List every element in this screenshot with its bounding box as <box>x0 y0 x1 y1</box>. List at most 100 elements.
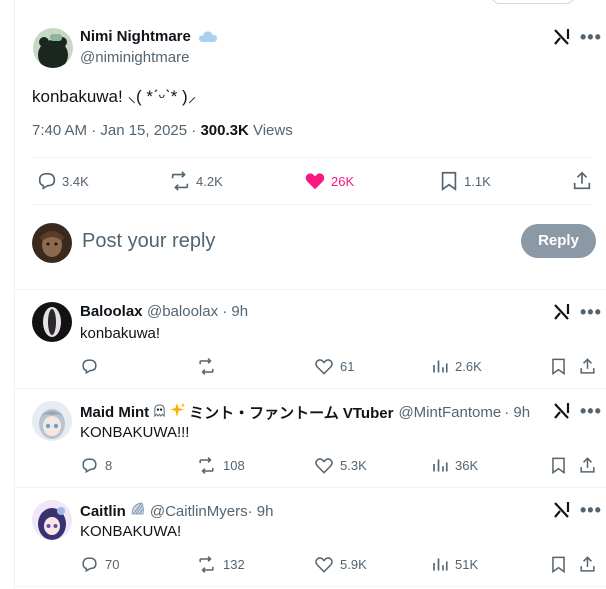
more-icon[interactable]: ••• <box>580 401 602 422</box>
reply-icon <box>82 458 97 474</box>
reply-action[interactable]: 3.4K <box>36 170 89 192</box>
reply-avatar[interactable] <box>32 500 72 540</box>
more-icon[interactable]: ••• <box>580 302 602 323</box>
reply-icon <box>82 557 97 573</box>
more-icon[interactable]: ••• <box>580 27 602 48</box>
reply-time[interactable]: · 9h <box>248 503 274 520</box>
bookmark-icon <box>552 358 565 376</box>
tweet-timestamp[interactable]: 7:40 AM · Jan 15, 2025 · <box>32 122 200 139</box>
retweet-icon <box>199 457 214 474</box>
views-count: 36K <box>455 458 479 473</box>
tweet-text: konbakuwa! ⸜( *ˊᵕˋ* )⸝ <box>32 87 197 106</box>
bookmark-icon <box>441 171 457 191</box>
ghost-icon <box>152 403 167 423</box>
cloud-badge-icon <box>198 29 218 50</box>
bookmark-icon <box>552 556 565 574</box>
reply-count: 3.4K <box>62 173 89 189</box>
reply-action[interactable]: 8 <box>80 456 112 475</box>
bookmark-action[interactable] <box>549 456 568 480</box>
share-action[interactable] <box>578 357 597 381</box>
views-action[interactable]: 2.6K <box>431 357 482 376</box>
heart-icon <box>315 458 333 474</box>
views-label: Views <box>248 122 293 139</box>
heart-icon <box>315 359 333 375</box>
retweet-icon <box>199 358 214 375</box>
bookmark-action[interactable]: 1.1K <box>438 170 491 192</box>
share-icon <box>580 457 595 473</box>
tweet-column: Nimi Nightmare @niminightmare ••• konbak… <box>14 0 606 589</box>
share-icon <box>573 171 591 190</box>
retweet-action[interactable]: 132 <box>196 555 245 574</box>
author-avatar[interactable] <box>33 28 73 68</box>
tweet-meta: 7:40 AM · Jan 15, 2025 · 300.3K Views <box>32 122 293 139</box>
analytics-icon <box>433 360 448 373</box>
bookmark-action[interactable] <box>549 555 568 579</box>
reply-header: Baloolax @baloolax · 9h <box>80 303 248 321</box>
author-name[interactable]: Nimi Nightmare <box>80 28 191 45</box>
reply-button[interactable]: Reply <box>521 224 596 258</box>
follow-button-partial[interactable] <box>491 0 575 4</box>
divider <box>15 388 606 389</box>
share-action[interactable] <box>571 170 593 197</box>
reply-action[interactable] <box>80 357 105 376</box>
bookmark-icon <box>552 457 565 475</box>
grok-icon[interactable] <box>553 402 571 425</box>
like-action[interactable]: 61 <box>314 357 354 376</box>
retweet-action[interactable]: 4.2K <box>168 170 223 192</box>
share-action[interactable] <box>578 555 597 579</box>
reply-text: KONBAKUWA!!! <box>80 424 190 441</box>
like-action[interactable]: 26K <box>303 170 354 192</box>
like-count: 5.9K <box>340 557 367 572</box>
like-count: 5.3K <box>340 458 367 473</box>
reply-author-name[interactable]: Maid Mint <box>80 404 149 421</box>
divider <box>15 586 606 587</box>
views-action[interactable]: 36K <box>431 456 478 475</box>
reply-avatar[interactable] <box>32 401 72 441</box>
reply-count: 70 <box>105 557 120 572</box>
reply-text: KONBAKUWA! <box>80 523 182 540</box>
retweet-icon <box>199 556 214 573</box>
reply-author-name[interactable]: Baloolax <box>80 303 143 320</box>
bookmark-count: 1.1K <box>464 173 491 189</box>
author-handle[interactable]: @niminightmare <box>80 49 189 66</box>
divider <box>15 289 606 290</box>
reply-author-name[interactable]: Caitlin <box>80 503 126 520</box>
like-action[interactable]: 5.9K <box>314 555 367 574</box>
shell-icon <box>130 501 146 522</box>
more-icon[interactable]: ••• <box>580 500 602 521</box>
views-count: 300.3K <box>200 122 249 139</box>
views-action[interactable]: 51K <box>431 555 478 574</box>
like-count: 61 <box>340 359 355 374</box>
reply-author-name-suffix[interactable]: ミント・ファントーム VTuber <box>189 402 393 423</box>
views-count: 2.6K <box>455 359 482 374</box>
grok-icon[interactable] <box>553 28 571 51</box>
reply-action[interactable]: 70 <box>80 555 119 574</box>
divider <box>32 204 592 205</box>
reply-time[interactable]: · 9h <box>504 404 530 421</box>
bookmark-action[interactable] <box>549 357 568 381</box>
reply-author-handle[interactable]: @baloolax <box>147 303 218 320</box>
analytics-icon <box>433 558 448 571</box>
sparkles-icon <box>170 402 186 423</box>
reply-input[interactable]: Post your reply <box>82 230 215 253</box>
user-avatar[interactable] <box>32 223 72 263</box>
retweet-count: 132 <box>223 557 245 572</box>
retweet-action[interactable] <box>196 357 223 376</box>
grok-icon[interactable] <box>553 303 571 326</box>
reply-author-handle[interactable]: @MintFantome <box>398 404 501 421</box>
reply-header: Caitlin @CaitlinMyers · 9h <box>80 501 273 522</box>
retweet-action[interactable]: 108 <box>196 456 245 475</box>
reply-text: konbakuwa! <box>80 325 161 342</box>
views-count: 51K <box>455 557 479 572</box>
reply-count: 8 <box>105 458 113 473</box>
like-action[interactable]: 5.3K <box>314 456 367 475</box>
share-action[interactable] <box>578 456 597 480</box>
grok-icon[interactable] <box>553 501 571 524</box>
share-icon <box>580 556 595 572</box>
reply-time[interactable]: · 9h <box>218 303 248 320</box>
reply-icon <box>82 359 97 375</box>
reply-author-handle[interactable]: @CaitlinMyers <box>150 503 248 520</box>
retweet-count: 4.2K <box>196 173 223 189</box>
reply-icon <box>38 172 56 190</box>
reply-avatar[interactable] <box>32 302 72 342</box>
